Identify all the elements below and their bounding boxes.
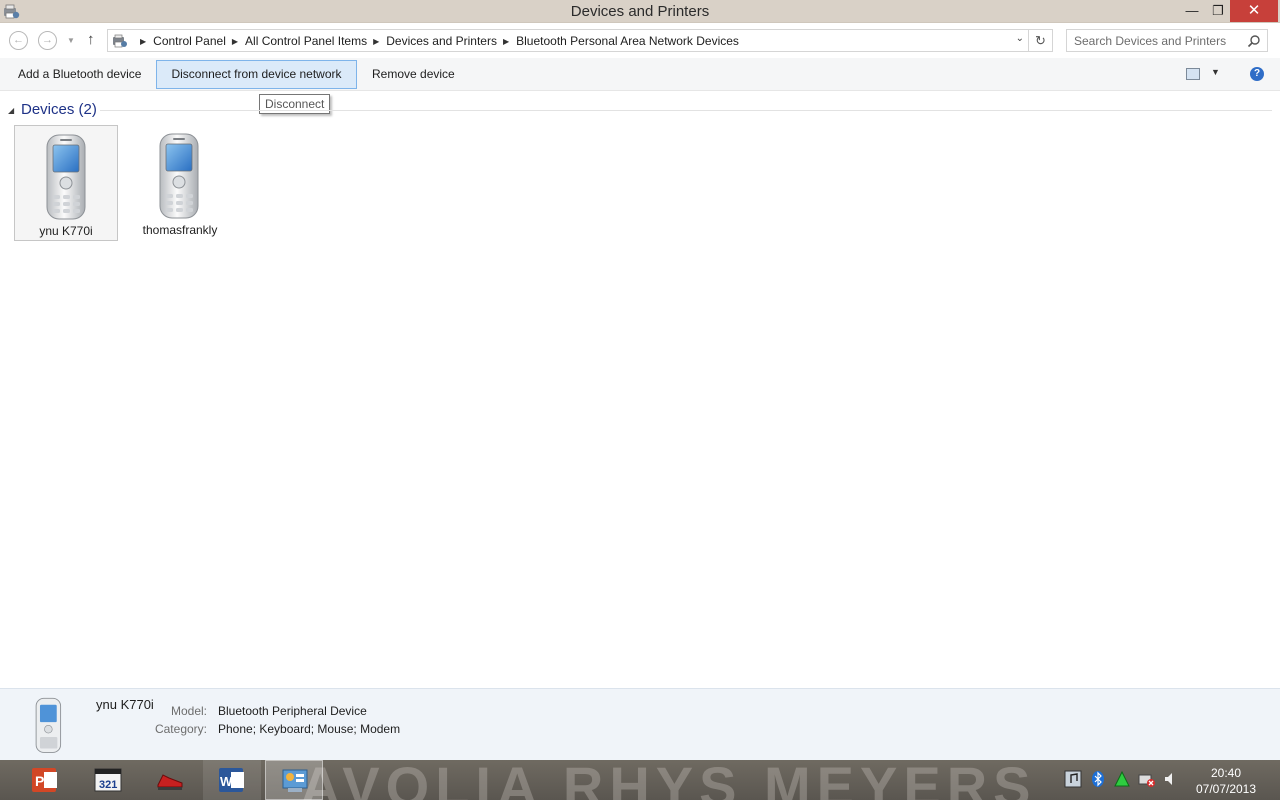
chevron-right-icon[interactable]: ▶ xyxy=(373,37,379,46)
search-icon[interactable] xyxy=(1247,34,1261,48)
svg-text:W: W xyxy=(220,774,233,789)
chevron-right-icon[interactable]: ▶ xyxy=(503,37,509,46)
model-label: Model: xyxy=(170,704,207,718)
window-title: Devices and Printers xyxy=(570,3,710,20)
audio-app-tray-icon[interactable] xyxy=(1064,770,1082,788)
category-value: Phone; Keyboard; Mouse; Modem xyxy=(218,722,401,736)
help-icon[interactable]: ? xyxy=(1250,67,1264,81)
control-panel-location-icon xyxy=(113,34,127,48)
remove-device-button[interactable]: Remove device xyxy=(358,60,469,89)
chevron-right-icon[interactable]: ▶ xyxy=(140,37,146,46)
control-panel-icon xyxy=(282,769,308,792)
add-bluetooth-device-button[interactable]: Add a Bluetooth device xyxy=(4,60,155,89)
collapse-triangle-icon[interactable]: ◢ xyxy=(8,106,14,115)
svg-text:P: P xyxy=(35,773,44,789)
svg-text:321: 321 xyxy=(99,779,117,791)
command-bar: Add a Bluetooth device Disconnect from d… xyxy=(0,58,1280,91)
breadcrumb-all-control-panel-items[interactable]: All Control Panel Items xyxy=(245,34,367,48)
breadcrumb-control-panel[interactable]: Control Panel xyxy=(153,34,226,48)
powerpoint-icon: P xyxy=(32,768,57,792)
search-placeholder: Search Devices and Printers xyxy=(1074,34,1227,48)
breadcrumb-devices-and-printers[interactable]: Devices and Printers xyxy=(386,34,497,48)
taskbar-media-player[interactable]: 321 xyxy=(79,760,137,800)
model-value: Bluetooth Peripheral Device xyxy=(218,704,367,718)
maximize-button[interactable]: ❐ xyxy=(1204,0,1232,22)
taskbar-powerpoint[interactable]: P xyxy=(16,760,74,800)
refresh-button[interactable]: ↻ xyxy=(1029,29,1053,52)
title-bar: Devices and Printers — ❐ ✕ xyxy=(0,0,1280,23)
navigation-bar: ← → ▼ ↑ ▶ Control Panel ▶ All Control Panel… xyxy=(0,23,1280,58)
disconnect-device-network-button[interactable]: Disconnect from device network xyxy=(156,60,357,89)
device-name: ynu K770i xyxy=(39,224,93,238)
close-button[interactable]: ✕ xyxy=(1230,0,1278,22)
mobile-phone-icon xyxy=(35,697,62,753)
view-options-dropdown[interactable]: ▼ xyxy=(1211,67,1220,77)
group-title: Devices (2) xyxy=(21,101,97,118)
details-pane: ynu K770i Model: Bluetooth Peripheral De… xyxy=(0,688,1280,760)
device-item[interactable]: thomasfrankly xyxy=(128,125,232,241)
breadcrumb: ▶ Control Panel ▶ All Control Panel Items ▶ D… xyxy=(134,34,739,48)
device-name: thomasfrankly xyxy=(142,223,218,237)
forward-button[interactable]: → xyxy=(38,31,57,50)
recent-locations-button[interactable]: ▼ xyxy=(67,36,75,45)
chevron-right-icon[interactable]: ▶ xyxy=(232,37,238,46)
taskbar-shoe-app[interactable] xyxy=(141,760,199,800)
change-view-icon[interactable] xyxy=(1186,68,1200,80)
clock-time: 20:40 xyxy=(1210,766,1242,780)
network-error-tray-icon[interactable] xyxy=(1138,770,1156,788)
address-bar[interactable]: ▶ Control Panel ▶ All Control Panel Items ▶ D… xyxy=(107,29,1029,52)
volume-tray-icon[interactable] xyxy=(1162,770,1180,788)
taskbar-clock[interactable]: 20:40 07/07/2013 xyxy=(1190,765,1262,797)
wallpaper-text: AVOLIA RHYS MEYERS xyxy=(300,760,1037,800)
bluetooth-tray-icon[interactable] xyxy=(1089,770,1107,788)
shoe-icon xyxy=(157,774,183,790)
mobile-phone-icon xyxy=(159,133,199,219)
taskbar-word[interactable]: W xyxy=(203,760,261,800)
breadcrumb-bluetooth-pan-devices[interactable]: Bluetooth Personal Area Network Devices xyxy=(516,34,739,48)
back-button[interactable]: ← xyxy=(9,31,28,50)
group-divider xyxy=(100,110,1272,111)
triangle-tray-icon[interactable] xyxy=(1113,770,1131,788)
category-label: Category: xyxy=(154,722,207,736)
chevron-down-icon[interactable]: ⌄ xyxy=(1016,33,1024,44)
taskbar-control-panel[interactable] xyxy=(265,760,323,800)
search-input[interactable]: Search Devices and Printers xyxy=(1066,29,1268,52)
word-icon: W xyxy=(219,768,244,792)
devices-group-header[interactable]: ◢ Devices (2) xyxy=(0,100,1280,120)
device-item[interactable]: ynu K770i xyxy=(14,125,118,241)
minimize-button[interactable]: — xyxy=(1178,0,1206,22)
taskbar: AVOLIA RHYS MEYERS P 321 W 20:40 07/07/2… xyxy=(0,760,1280,800)
clock-date: 07/07/2013 xyxy=(1195,782,1257,796)
media-player-icon: 321 xyxy=(94,768,122,792)
up-button[interactable]: ↑ xyxy=(87,31,95,48)
mobile-phone-icon xyxy=(46,134,86,220)
